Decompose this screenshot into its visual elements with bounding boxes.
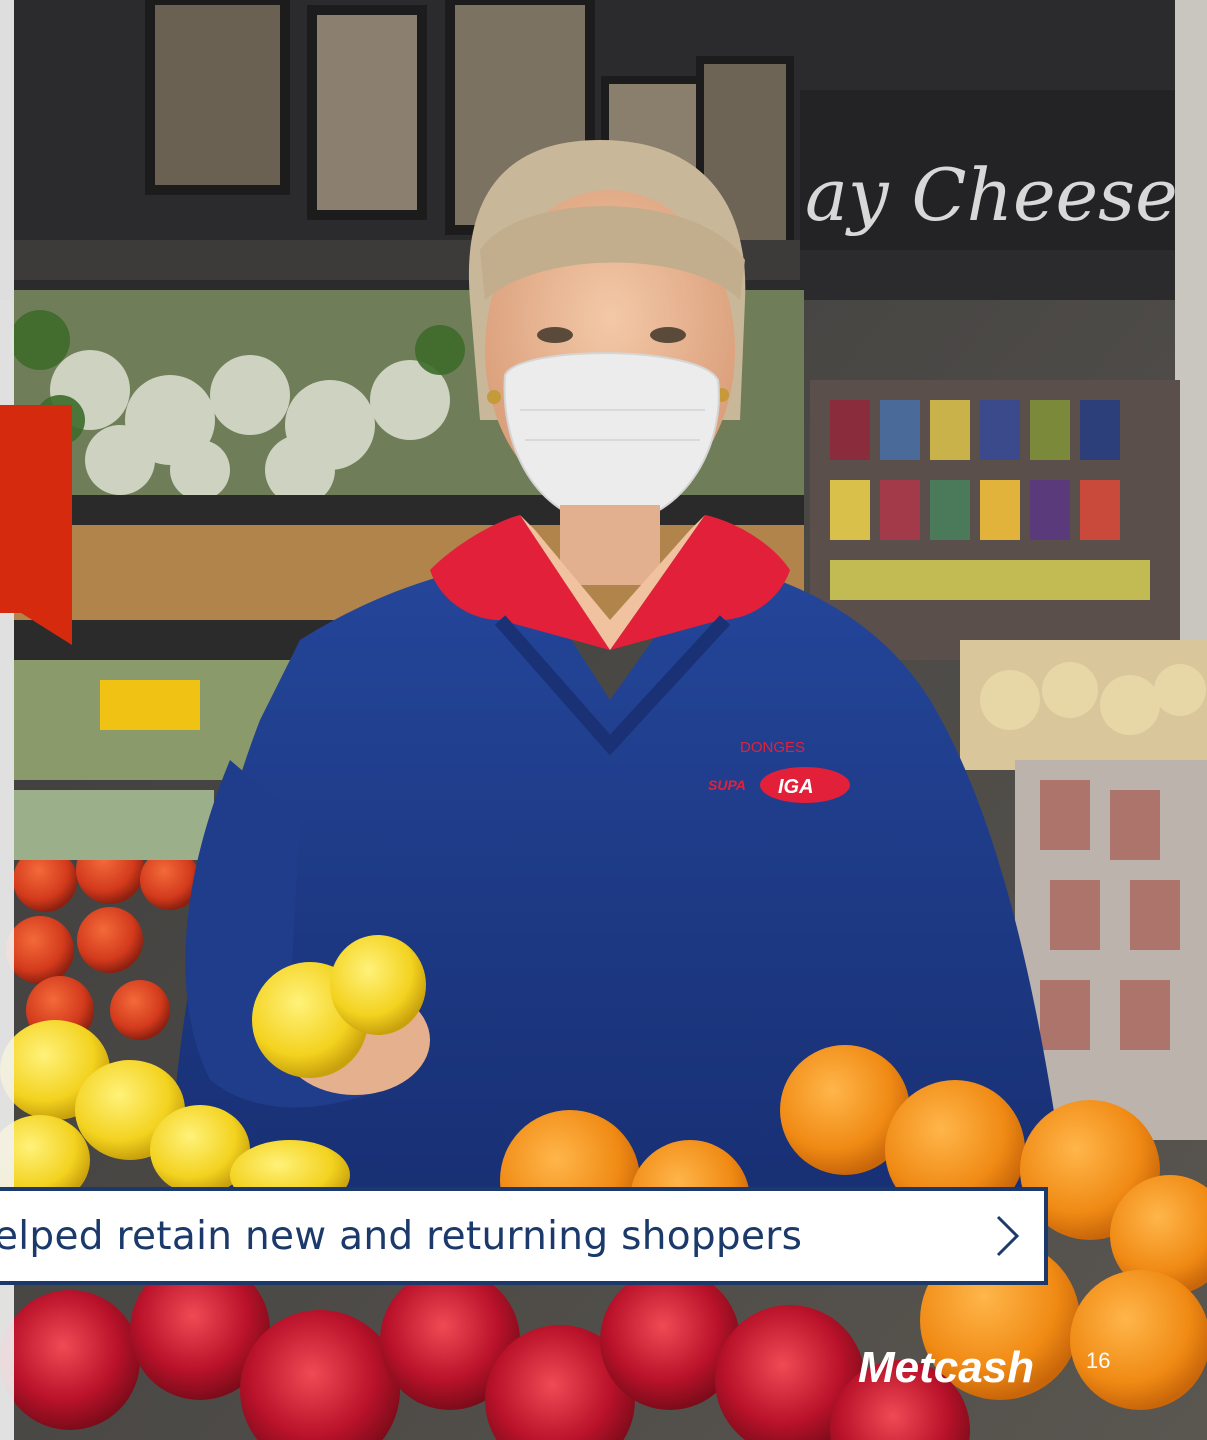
uniform-text-donges: DONGES	[740, 739, 805, 756]
uniform-text-supa: SUPA	[708, 777, 746, 793]
page-number: 16	[1086, 1348, 1111, 1373]
caption-banner[interactable]: elped retain new and returning shoppers	[0, 1187, 1048, 1285]
sign-text: ay Cheese	[805, 153, 1178, 237]
metcash-logo: Metcash	[858, 1343, 1034, 1392]
logo-text: Metcash	[858, 1343, 1034, 1392]
red-accent-block	[0, 405, 72, 613]
chevron-right-icon[interactable]	[992, 1213, 1022, 1259]
uniform-badge-iga: IGA	[778, 776, 814, 798]
caption-text: elped retain new and returning shoppers	[0, 1213, 803, 1259]
red-accent-pointer	[18, 611, 72, 645]
